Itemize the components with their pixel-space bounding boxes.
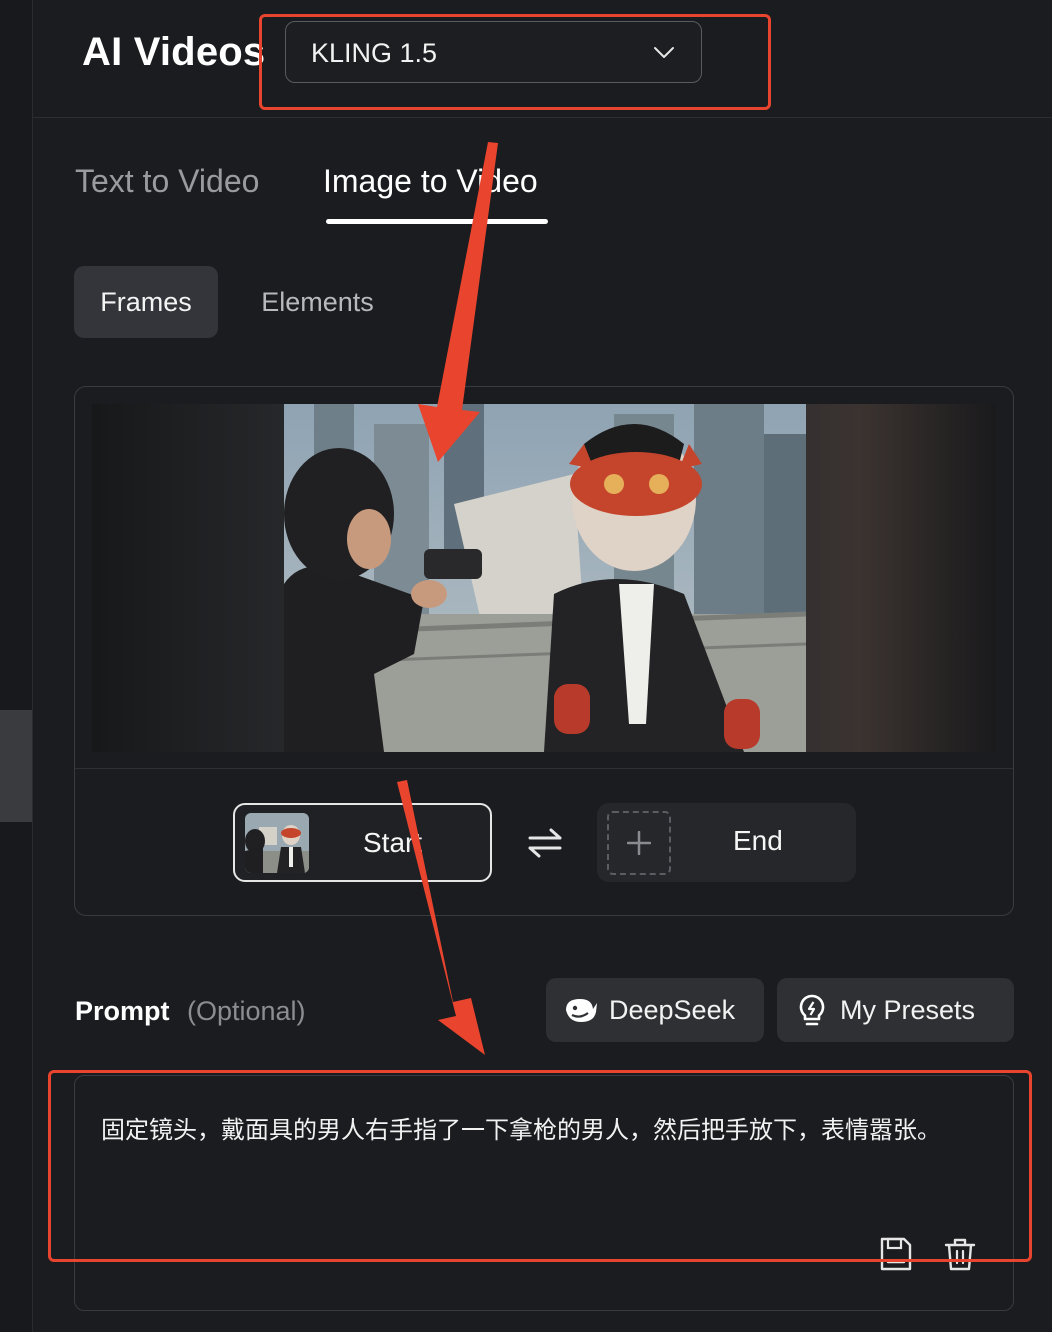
annotation-arrow-down <box>397 780 485 1055</box>
annotation-arrow-down-left <box>418 142 498 462</box>
annotation-arrows <box>397 142 498 1055</box>
